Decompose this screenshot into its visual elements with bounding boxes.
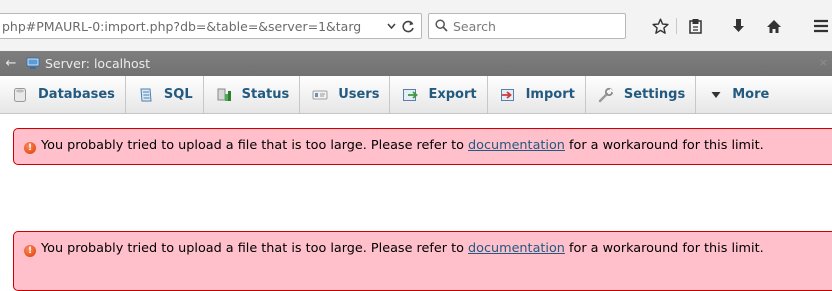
- error-icon: !: [24, 142, 36, 154]
- error-text: You probably tried to upload a file that…: [41, 241, 468, 256]
- server-label[interactable]: Server: localhost: [45, 56, 150, 71]
- error-icon: !: [24, 245, 36, 257]
- documentation-link[interactable]: documentation: [468, 138, 565, 153]
- tab-label: Databases: [38, 87, 115, 102]
- error-message: ! You probably tried to upload a file tha…: [13, 128, 832, 165]
- tab-label: Settings: [623, 87, 686, 102]
- tab-label: Users: [338, 87, 380, 102]
- home-icon[interactable]: [761, 13, 787, 39]
- url-dropdown-icon[interactable]: [384, 15, 398, 37]
- top-menu: Databases SQL Status Users Export Import: [0, 76, 832, 114]
- browser-toolbar: php#PMAURL-0:import.php?db=&table=&serve…: [0, 0, 832, 51]
- more-dropdown-icon: [708, 87, 724, 103]
- server-icon: [26, 57, 40, 69]
- bookmark-star-icon[interactable]: [647, 13, 673, 39]
- search-box[interactable]: [428, 13, 626, 39]
- tab-export[interactable]: Export: [390, 76, 488, 113]
- tab-label: Export: [428, 87, 477, 102]
- error-text: You probably tried to upload a file that…: [41, 138, 468, 153]
- documentation-link[interactable]: documentation: [468, 241, 565, 256]
- hamburger-menu-icon[interactable]: [808, 13, 832, 39]
- tab-label: SQL: [163, 87, 193, 102]
- error-text: for a workaround for this limit.: [564, 241, 764, 256]
- toolbar-separator: [676, 18, 677, 34]
- search-input[interactable]: [453, 18, 613, 34]
- status-icon: [216, 87, 232, 103]
- tab-users[interactable]: Users: [300, 76, 391, 113]
- databases-icon: [12, 87, 28, 103]
- import-icon: [500, 87, 516, 103]
- tab-import[interactable]: Import: [488, 76, 586, 113]
- export-icon: [402, 87, 419, 103]
- settings-icon: [598, 87, 614, 103]
- tab-label: Status: [241, 87, 290, 102]
- error-text: for a workaround for this limit.: [564, 138, 764, 153]
- reload-icon[interactable]: [398, 15, 418, 37]
- tab-sql[interactable]: SQL: [126, 76, 204, 113]
- close-icon[interactable]: ×: [819, 56, 828, 69]
- error-message: ! You probably tried to upload a file tha…: [13, 231, 832, 291]
- search-icon: [435, 17, 448, 36]
- sql-icon: [138, 87, 154, 103]
- download-icon[interactable]: [725, 13, 751, 39]
- url-text[interactable]: php#PMAURL-0:import.php?db=&table=&serve…: [0, 19, 384, 34]
- users-icon: [312, 87, 328, 103]
- tab-label: Import: [525, 87, 575, 102]
- tab-more[interactable]: More: [696, 76, 779, 113]
- reading-list-icon[interactable]: [682, 13, 708, 39]
- server-breadcrumb-bar: ← Server: localhost ×: [0, 51, 832, 76]
- tab-label: More: [732, 87, 770, 102]
- url-bar[interactable]: php#PMAURL-0:import.php?db=&table=&serve…: [0, 13, 422, 39]
- tab-databases[interactable]: Databases: [0, 76, 126, 113]
- back-arrow-icon[interactable]: ←: [0, 56, 22, 71]
- tab-status[interactable]: Status: [204, 76, 301, 113]
- tab-settings[interactable]: Settings: [586, 76, 697, 113]
